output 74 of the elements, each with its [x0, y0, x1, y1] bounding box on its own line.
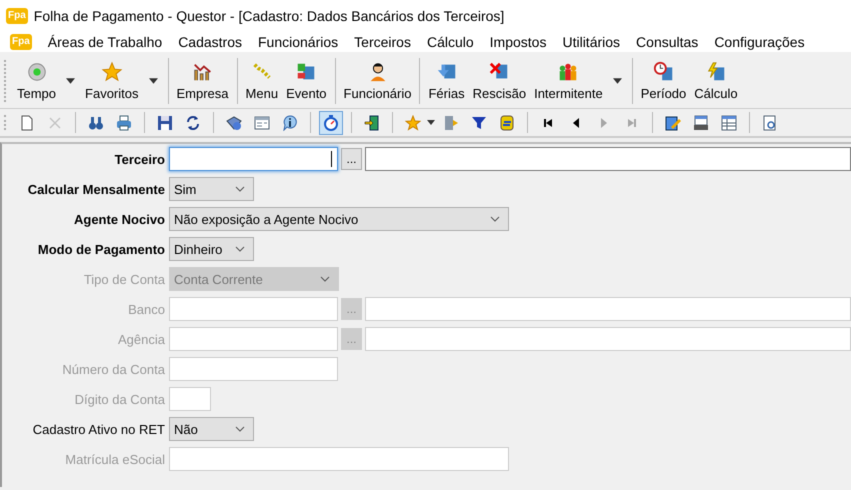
- print-list-icon: [693, 114, 709, 130]
- field-label: Agente Nocivo: [72, 212, 166, 226]
- menu-item[interactable]: Terceiros: [354, 34, 411, 50]
- field-label: Número da Conta: [61, 362, 166, 376]
- edit-icon: [665, 114, 681, 130]
- chevron-down-icon: [235, 186, 245, 192]
- toolbar-button[interactable]: Evento: [282, 59, 331, 103]
- filter-icon: [471, 114, 487, 130]
- toolbar-button[interactable]: Cálculo: [690, 59, 742, 103]
- refresh-icon: [185, 114, 201, 130]
- field-label: Cadastro Ativo no RET: [32, 422, 166, 436]
- field-label: Agência: [117, 332, 166, 346]
- star-icon: [100, 61, 123, 83]
- field-label: Matrícula eSocial: [64, 452, 166, 466]
- toolbar-button[interactable]: Funcionário: [340, 59, 416, 103]
- dropdown[interactable]: Não: [169, 417, 254, 441]
- door-arrow-icon: [443, 114, 459, 130]
- menu-item[interactable]: Funcionários: [258, 34, 338, 50]
- toolbar-button[interactable]: Empresa: [172, 59, 233, 103]
- lookup-button[interactable]: ...: [341, 148, 362, 170]
- dropdown-arrow-icon[interactable]: [612, 78, 622, 84]
- toolbar-button[interactable]: Rescisão: [468, 59, 530, 103]
- field-label: Dígito da Conta: [74, 392, 166, 406]
- input-field[interactable]: [365, 327, 851, 351]
- toolbar-button[interactable]: Menu: [242, 59, 282, 103]
- field-label: Banco: [127, 302, 166, 316]
- dropdown-arrow-icon[interactable]: [427, 120, 435, 125]
- menu-item[interactable]: Impostos: [490, 34, 546, 50]
- printer-icon: [116, 114, 132, 130]
- exit-door-icon: [364, 114, 380, 130]
- menu-item[interactable]: Utilitários: [562, 34, 620, 50]
- field-label: Tipo de Conta: [82, 272, 166, 286]
- toolbar-button[interactable]: Férias: [424, 59, 469, 103]
- dropdown[interactable]: Dinheiro: [169, 237, 254, 261]
- toolbar-button[interactable]: Intermitente: [530, 59, 607, 103]
- toolbar-button[interactable]: [319, 110, 343, 134]
- input-field[interactable]: [365, 297, 851, 321]
- dropdown[interactable]: Sim: [169, 177, 254, 201]
- star-icon: [405, 114, 421, 130]
- stopwatch-icon: [323, 114, 339, 130]
- chevron-down-icon: [490, 216, 500, 222]
- chevron-down-icon: [320, 276, 330, 282]
- binoculars-icon: [88, 114, 104, 130]
- dropdown-arrow-icon[interactable]: [66, 78, 76, 84]
- menu-item[interactable]: Áreas de Trabalho: [48, 34, 162, 50]
- chevron-down-icon: [235, 246, 245, 252]
- preview-icon: [762, 114, 778, 130]
- status-light-icon: [26, 61, 48, 83]
- clock-document-icon: [652, 61, 674, 83]
- window-title: Folha de Pagamento - Questor - [Cadastro: Dados Bancários dos Terceiros]: [34, 8, 504, 24]
- people-icon: [557, 61, 580, 83]
- menu-item[interactable]: Cadastros: [178, 34, 242, 50]
- menu-item[interactable]: Consultas: [636, 34, 698, 50]
- field-label: Modo de Pagamento: [36, 242, 166, 256]
- chevron-down-icon: [235, 426, 245, 432]
- menu-item[interactable]: Cálculo: [426, 34, 474, 50]
- table-icon: [721, 114, 737, 130]
- info-icon: [282, 114, 298, 130]
- new-document-icon: [19, 114, 35, 130]
- toolbar-button[interactable]: Favoritos: [81, 59, 142, 103]
- delete-icon: [47, 114, 63, 130]
- dropdown[interactable]: Não exposição a Agente Nocivo: [169, 207, 509, 231]
- chart-icon: [192, 61, 214, 83]
- app-logo: Fpa: [6, 8, 28, 24]
- toolbar-button[interactable]: Tempo: [13, 59, 60, 103]
- field-label: Calcular Mensalmente: [26, 182, 166, 196]
- menu-item[interactable]: Configurações: [714, 34, 805, 50]
- field-label: Terceiro: [114, 152, 166, 166]
- dropdown-arrow-icon[interactable]: [148, 78, 158, 84]
- form-window-icon: [254, 114, 270, 130]
- input-field[interactable]: [365, 147, 851, 171]
- save-icon: [157, 114, 173, 130]
- input-field[interactable]: [169, 147, 338, 171]
- toolbar-button[interactable]: Período: [636, 59, 690, 103]
